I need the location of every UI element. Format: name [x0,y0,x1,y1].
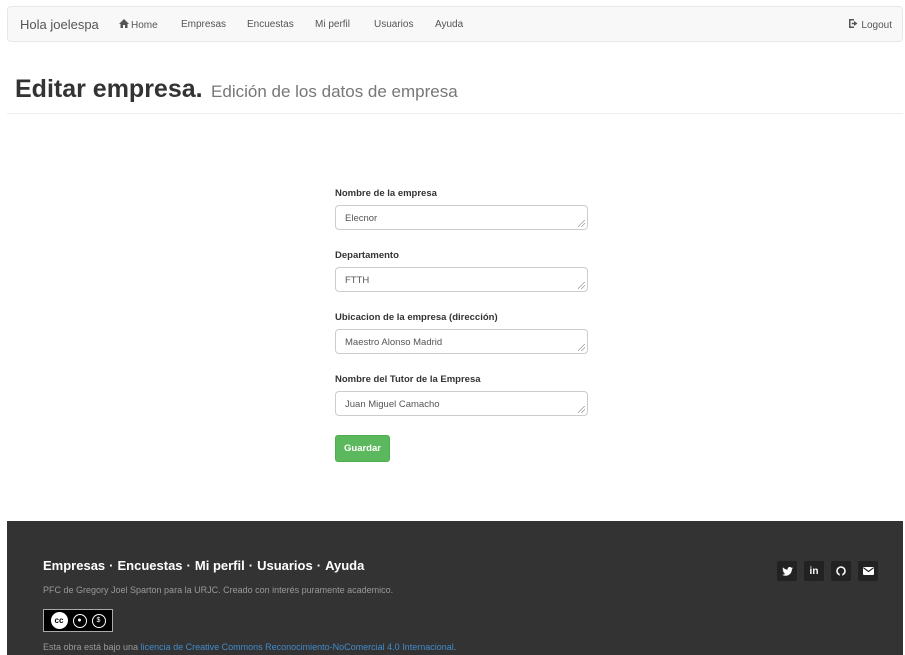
nav-item-ayuda[interactable]: Ayuda [435,19,463,30]
navbar-brand[interactable]: Hola joelespa [20,17,99,32]
linkedin-icon[interactable]: in [804,561,824,581]
footer-links: Empresas · Encuestas · Mi perfil · Usuarios · Ay… [43,558,364,573]
nav-item-empresas[interactable]: Empresas [181,19,226,30]
footer: Empresas · Encuestas · Mi perfil · Usuarios · Ay… [7,521,903,655]
nc-icon: $ [91,613,106,628]
location-label: Ubicacion de la empresa (dirección) [335,312,498,323]
company-name-value: Elecnor [345,213,378,224]
location-field[interactable]: Maestro Alonso Madrid [335,329,588,354]
resize-grip-icon[interactable] [578,220,585,227]
nav-item-mi-perfil[interactable]: Mi perfil [315,19,350,30]
form-group-location: Ubicacion de la empresa (dirección) Maes… [335,312,588,354]
company-name-label: Nombre de la empresa [335,188,437,199]
license-prefix: Esta obra está bajo una [43,642,141,652]
department-value: FTTH [345,275,370,286]
creative-commons-badge[interactable]: cc ● $ [43,609,113,632]
twitter-icon[interactable] [777,561,797,581]
form-group-tutor: Nombre del Tutor de la Empresa Juan Migu… [335,374,588,416]
top-navbar: Hola joelespa Home Empresas Encuestas Mi… [7,6,903,42]
footer-link-mi-perfil[interactable]: Mi perfil [195,558,245,573]
license-link[interactable]: licencia de Creative Commons Reconocimie… [141,642,454,652]
github-icon[interactable] [831,561,851,581]
license-suffix: . [453,642,457,652]
tutor-field[interactable]: Juan Miguel Camacho [335,391,588,416]
company-name-field[interactable]: Elecnor [335,205,588,230]
form-group-department: Departamento FTTH [335,250,588,292]
header-divider [7,113,903,114]
department-field[interactable]: FTTH [335,267,588,292]
form-group-company-name: Nombre de la empresa Elecnor [335,188,588,230]
save-button[interactable]: Guardar [335,435,390,462]
footer-link-empresas[interactable]: Empresas [43,558,105,573]
nav-item-home-label: Home [131,20,158,31]
footer-license: Esta obra está bajo una licencia de Crea… [43,642,456,652]
resize-grip-icon[interactable] [578,344,585,351]
footer-separator: · [316,558,322,573]
logout-label: Logout [861,20,892,31]
tutor-value: Juan Miguel Camacho [345,399,440,410]
page-header: Editar empresa. Edición de los datos de … [15,75,458,104]
footer-copyright: PFC de Gregory Joel Sparton para la URJC… [43,585,394,595]
page-subtitle: Edición de los datos de empresa [211,82,458,101]
footer-link-encuestas[interactable]: Encuestas [118,558,183,573]
resize-grip-icon[interactable] [578,282,585,289]
department-label: Departamento [335,250,399,261]
email-icon[interactable] [858,561,878,581]
logout-link[interactable]: Logout [848,19,892,31]
location-value: Maestro Alonso Madrid [345,337,443,348]
footer-link-ayuda[interactable]: Ayuda [325,558,364,573]
nav-item-home[interactable]: Home [119,19,158,31]
tutor-label: Nombre del Tutor de la Empresa [335,374,481,385]
footer-separator: · [109,558,114,573]
edit-company-form: Nombre de la empresa Elecnor Departament… [335,188,588,462]
resize-grip-icon[interactable] [578,406,585,413]
page-title: Editar empresa. [15,75,203,103]
footer-separator: · [248,558,254,573]
footer-link-usuarios[interactable]: Usuarios [257,558,313,573]
logout-icon [848,19,862,31]
home-icon [119,19,129,31]
nav-item-encuestas[interactable]: Encuestas [247,19,294,30]
footer-separator: · [186,558,191,573]
by-icon: ● [72,613,87,628]
social-links: in [777,561,878,581]
cc-icon: cc [50,612,68,629]
nav-item-usuarios[interactable]: Usuarios [374,19,413,30]
